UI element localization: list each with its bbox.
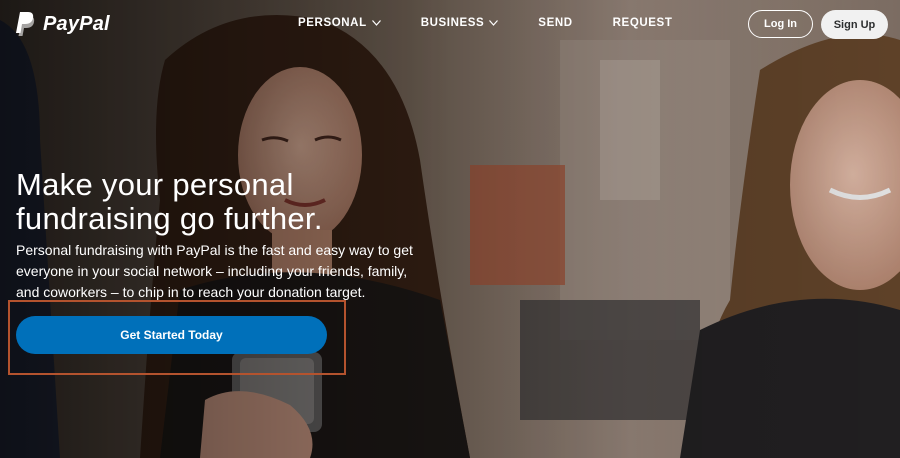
- headline-line-2: fundraising go further.: [16, 201, 323, 236]
- brand-name: PayPal: [43, 12, 110, 35]
- headline-line-1: Make your personal: [16, 167, 294, 202]
- main-nav: PERSONAL BUSINESS SEND REQUEST: [298, 17, 712, 29]
- nav-item-label: PERSONAL: [298, 17, 367, 29]
- paypal-logo-icon: [16, 12, 35, 36]
- nav-item-label: BUSINESS: [420, 17, 485, 29]
- chevron-down-icon: [371, 20, 381, 26]
- top-navigation: PayPal PERSONAL BUSINESS SEND REQUEST Lo…: [0, 0, 900, 50]
- login-button[interactable]: Log In: [748, 10, 813, 38]
- paypal-logo[interactable]: PayPal: [14, 11, 110, 37]
- hero-headline: Make your personal fundraising go furthe…: [16, 168, 396, 236]
- signup-button[interactable]: Sign Up: [821, 10, 888, 39]
- hero-section: PayPal PERSONAL BUSINESS SEND REQUEST Lo…: [0, 0, 900, 458]
- nav-item-personal[interactable]: PERSONAL: [298, 17, 381, 29]
- nav-item-label: SEND: [538, 17, 573, 29]
- nav-item-business[interactable]: BUSINESS: [421, 17, 499, 29]
- get-started-button[interactable]: Get Started Today: [16, 316, 327, 354]
- chevron-down-icon: [489, 20, 499, 26]
- nav-item-label: REQUEST: [612, 17, 673, 29]
- nav-item-request[interactable]: REQUEST: [613, 17, 673, 29]
- hero-description: Personal fundraising with PayPal is the …: [16, 242, 413, 300]
- nav-item-send[interactable]: SEND: [538, 17, 572, 29]
